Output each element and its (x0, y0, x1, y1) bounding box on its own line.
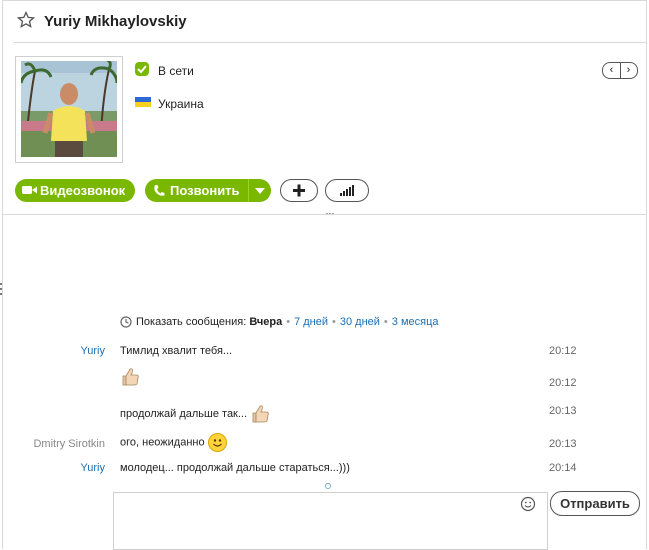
message-text: молодец... продолжай дальше стараться...… (120, 462, 350, 474)
message-input[interactable] (113, 492, 548, 550)
country-text: Украина (158, 97, 204, 111)
header-divider (14, 42, 646, 43)
history-option-7-days[interactable]: 7 дней (294, 316, 328, 328)
ukraine-flag-icon (135, 97, 151, 107)
status-text: В сети (158, 64, 194, 78)
message-text-row: продолжай дальше так... (120, 404, 270, 424)
emoticon-icon[interactable] (520, 496, 536, 512)
call-button-divider (248, 179, 249, 202)
add-button[interactable] (280, 179, 318, 202)
window-right-border (646, 0, 647, 549)
video-call-label: Видеозвонок (40, 183, 126, 198)
message-author[interactable]: Yuriy (5, 345, 105, 357)
star-icon[interactable] (17, 11, 35, 29)
call-label: Позвонить (170, 183, 240, 198)
message-text: продолжай дальше так... (120, 407, 248, 420)
message-author[interactable]: Yuriy (5, 462, 105, 474)
history-prefix: Показать сообщения: (136, 316, 247, 328)
previous-button[interactable]: ‹ (603, 63, 621, 78)
message-author[interactable]: Dmitry Sirotkin (5, 438, 105, 450)
video-camera-icon (22, 186, 37, 194)
history-filter: Показать сообщения: Вчера • 7 дней • 30 дней… (120, 316, 439, 328)
message-time: 20:12 (549, 377, 577, 389)
resize-handle-icon[interactable] (0, 283, 2, 295)
call-button[interactable]: Позвонить (145, 179, 271, 202)
separator-dot: • (286, 316, 291, 328)
message-text: Тимлид хвалит тебя... (120, 345, 233, 357)
scroll-indicator (325, 483, 331, 489)
separator-dot: • (383, 316, 388, 328)
separator-dot: • (332, 316, 336, 328)
smile-icon (207, 433, 227, 452)
call-quality-button[interactable] (325, 179, 369, 202)
history-option-30-days[interactable]: 30 дней (340, 316, 380, 328)
video-call-button[interactable]: Видеозвонок (15, 179, 135, 202)
message-text-row: ого, неожиданно (120, 433, 227, 452)
clock-icon (120, 316, 132, 328)
conversation-header: Yuriy Mikhaylovskiy (3, 1, 646, 42)
signal-bars-icon (340, 185, 354, 196)
message-text: ого, неожиданно (120, 436, 205, 449)
send-button[interactable]: Отправить (550, 491, 640, 516)
window-left-border (2, 0, 3, 549)
plus-icon (293, 184, 305, 197)
message-time: 20:13 (549, 438, 577, 450)
chevron-down-icon[interactable] (255, 188, 265, 194)
contact-name: Yuriy Mikhaylovskiy (44, 13, 187, 30)
history-option-3-months[interactable]: 3 месяца (392, 316, 439, 328)
profile-divider (3, 214, 646, 215)
profile-nav: ‹ › (602, 62, 638, 79)
message-time: 20:12 (549, 345, 577, 357)
avatar-frame[interactable] (15, 56, 123, 163)
online-status-icon (135, 62, 149, 76)
history-option-selected: Вчера (249, 316, 283, 328)
message-emoticon (120, 367, 140, 387)
phone-icon (154, 185, 165, 196)
thumbs-up-icon (252, 405, 269, 423)
thumbs-up-icon (122, 368, 139, 386)
next-button[interactable]: › (620, 63, 637, 78)
message-time: 20:13 (549, 405, 577, 417)
avatar (21, 61, 117, 157)
message-time: 20:14 (549, 462, 577, 474)
more-dots-icon[interactable]: ··· (325, 206, 335, 220)
